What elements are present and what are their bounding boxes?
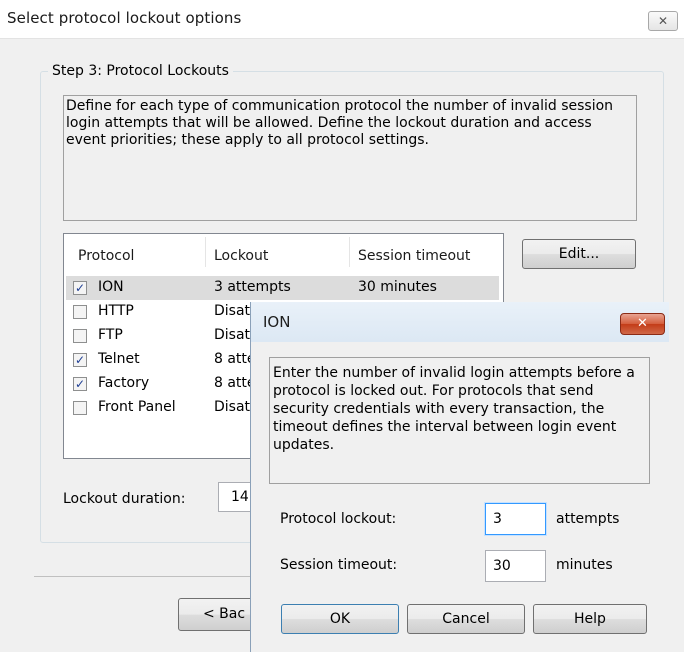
step-group-label: Step 3: Protocol Lockouts bbox=[48, 63, 233, 79]
protocol-cell: Front Panel bbox=[98, 399, 176, 415]
column-divider bbox=[205, 237, 206, 267]
protocol-lockout-input[interactable]: 3 bbox=[485, 503, 546, 535]
lockout-cell: 8 atte bbox=[214, 375, 256, 391]
lockout-cell: Disat bbox=[214, 303, 251, 319]
lockout-cell: 8 atte bbox=[214, 351, 256, 367]
row-checkbox[interactable] bbox=[73, 329, 87, 343]
session-timeout-unit: minutes bbox=[556, 557, 613, 573]
column-header-lockout[interactable]: Lockout bbox=[214, 248, 268, 264]
main-close-button[interactable]: ✕ bbox=[648, 11, 678, 31]
main-dialog-title: Select protocol lockout options bbox=[7, 9, 242, 27]
row-checkbox[interactable]: ✓ bbox=[73, 353, 87, 367]
column-header-protocol[interactable]: Protocol bbox=[78, 248, 134, 264]
lockout-cell: Disat bbox=[214, 399, 251, 415]
help-button[interactable]: Help bbox=[533, 604, 647, 634]
session-timeout-input[interactable]: 30 bbox=[485, 550, 546, 582]
ok-button[interactable]: OK bbox=[281, 604, 399, 634]
protocol-lockout-label: Protocol lockout: bbox=[280, 511, 397, 527]
protocol-lockout-unit: attempts bbox=[556, 511, 620, 527]
ion-description-text: Enter the number of invalid login attemp… bbox=[273, 365, 635, 453]
session-timeout-label: Session timeout: bbox=[280, 557, 398, 573]
row-checkbox[interactable] bbox=[73, 305, 87, 319]
column-divider bbox=[349, 237, 350, 267]
column-header-session-timeout[interactable]: Session timeout bbox=[358, 248, 470, 264]
description-text: Define for each type of communication pr… bbox=[66, 98, 614, 148]
ion-titlebar bbox=[251, 302, 669, 342]
edit-button[interactable]: Edit... bbox=[522, 239, 636, 269]
row-checkbox[interactable]: ✓ bbox=[73, 377, 87, 391]
cancel-button[interactable]: Cancel bbox=[407, 604, 525, 634]
lockout-cell: Disat bbox=[214, 327, 251, 343]
protocol-cell: Factory bbox=[98, 375, 150, 391]
protocol-cell: FTP bbox=[98, 327, 123, 343]
timeout-cell: 30 minutes bbox=[358, 279, 437, 295]
lockout-cell: 3 attempts bbox=[214, 279, 291, 295]
protocol-cell: Telnet bbox=[98, 351, 140, 367]
ion-dialog-title: ION bbox=[263, 313, 291, 331]
lockout-duration-label: Lockout duration: bbox=[63, 491, 186, 507]
protocol-cell: ION bbox=[98, 279, 124, 295]
row-checkbox[interactable] bbox=[73, 401, 87, 415]
ion-close-button[interactable]: ✕ bbox=[620, 313, 665, 335]
protocol-cell: HTTP bbox=[98, 303, 134, 319]
row-checkbox[interactable]: ✓ bbox=[73, 281, 87, 295]
